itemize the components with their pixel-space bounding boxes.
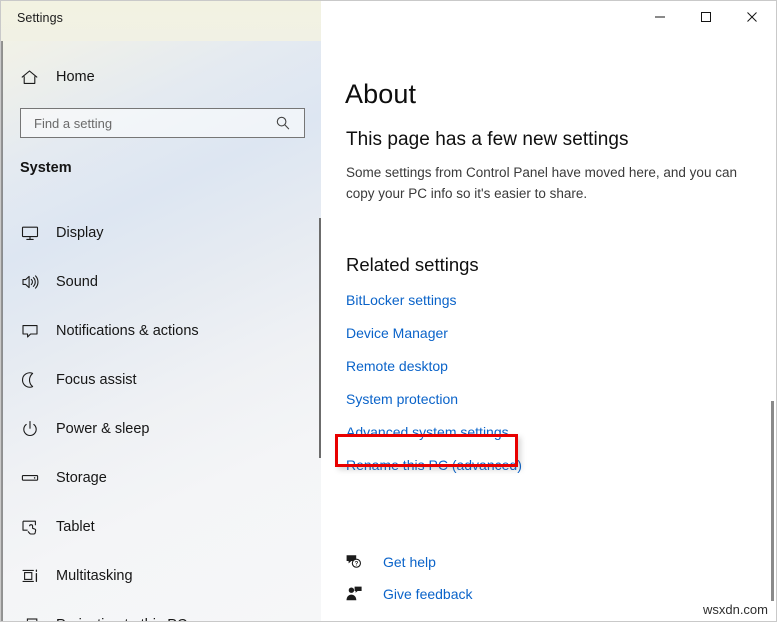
link-rename-this-pc[interactable]: Rename this PC (advanced) [346, 455, 746, 488]
maximize-icon [701, 12, 711, 22]
give-feedback-row[interactable]: Give feedback [345, 578, 473, 610]
sidebar-item-storage[interactable]: Storage [2, 453, 321, 502]
minimize-icon [655, 16, 665, 18]
sidebar-item-label: Focus assist [56, 371, 137, 388]
related-settings-list: BitLocker settings Device Manager Remote… [346, 290, 746, 488]
close-icon [747, 12, 757, 22]
search-icon[interactable] [268, 109, 298, 137]
give-feedback-link[interactable]: Give feedback [383, 586, 473, 602]
sidebar-item-label: Multitasking [56, 567, 133, 584]
moon-icon [20, 370, 50, 390]
monitor-icon [20, 223, 50, 243]
settings-window: Home System Displ [0, 0, 777, 622]
feedback-person-icon [345, 585, 375, 603]
maximize-button[interactable] [683, 1, 729, 33]
sidebar-item-power-sleep[interactable]: Power & sleep [2, 404, 321, 453]
sidebar-section-title: System [20, 160, 72, 176]
support-links: ? Get help Give feedback [345, 546, 473, 610]
search-input[interactable] [32, 109, 268, 137]
watermark: wsxdn.com [702, 602, 768, 617]
search-box[interactable] [20, 108, 305, 138]
content-scrollbar-thumb[interactable] [771, 401, 774, 601]
minimize-button[interactable] [637, 1, 683, 33]
sidebar-home-label: Home [56, 69, 95, 85]
projecting-icon [20, 615, 50, 621]
get-help-row[interactable]: ? Get help [345, 546, 473, 578]
sidebar-item-multitasking[interactable]: Multitasking [2, 551, 321, 600]
home-icon [20, 68, 48, 87]
sidebar-nav-list: Display Sound Notifications & actions Fo… [2, 208, 321, 622]
sidebar-scrollbar-thumb[interactable] [319, 218, 321, 458]
notification-balloon-icon [20, 321, 50, 341]
link-system-protection[interactable]: System protection [346, 389, 746, 422]
get-help-link[interactable]: Get help [383, 554, 436, 570]
help-bubble-icon: ? [345, 553, 375, 571]
tablet-touch-icon [20, 517, 50, 537]
speaker-icon [20, 272, 50, 292]
link-bitlocker-settings[interactable]: BitLocker settings [346, 290, 746, 323]
sidebar-item-home[interactable]: Home [20, 62, 306, 92]
section-subheading: This page has a few new settings [346, 129, 629, 150]
related-settings-heading: Related settings [346, 254, 479, 275]
title-bar: Settings [1, 1, 776, 41]
sidebar-item-label: Storage [56, 469, 107, 486]
sidebar-item-notifications[interactable]: Notifications & actions [2, 306, 321, 355]
sidebar-item-label: Power & sleep [56, 420, 150, 437]
sidebar-item-label: Display [56, 224, 104, 241]
section-description: Some settings from Control Panel have mo… [346, 165, 737, 201]
sidebar-item-tablet[interactable]: Tablet [2, 502, 321, 551]
power-icon [20, 419, 50, 439]
multitasking-icon [20, 566, 50, 586]
page-title: About [345, 79, 417, 110]
sidebar-item-projecting[interactable]: Projecting to this PC [2, 600, 321, 622]
app-title: Settings [17, 11, 63, 25]
sidebar-item-label: Tablet [56, 518, 95, 535]
link-remote-desktop[interactable]: Remote desktop [346, 356, 746, 389]
svg-text:?: ? [355, 562, 359, 568]
close-button[interactable] [729, 1, 775, 33]
drive-icon [20, 468, 50, 488]
navigation-sidebar: Home System Displ [2, 2, 321, 622]
sidebar-item-sound[interactable]: Sound [2, 257, 321, 306]
sidebar-item-label: Notifications & actions [56, 322, 199, 339]
window-left-edge [1, 1, 3, 621]
sidebar-item-focus-assist[interactable]: Focus assist [2, 355, 321, 404]
main-content: About This page has a few new settings S… [321, 41, 776, 621]
sidebar-item-label: Projecting to this PC [56, 617, 187, 622]
sidebar-item-label: Sound [56, 273, 98, 290]
sidebar-item-display[interactable]: Display [2, 208, 321, 257]
link-device-manager[interactable]: Device Manager [346, 323, 746, 356]
link-advanced-system-settings[interactable]: Advanced system settings [346, 422, 746, 455]
